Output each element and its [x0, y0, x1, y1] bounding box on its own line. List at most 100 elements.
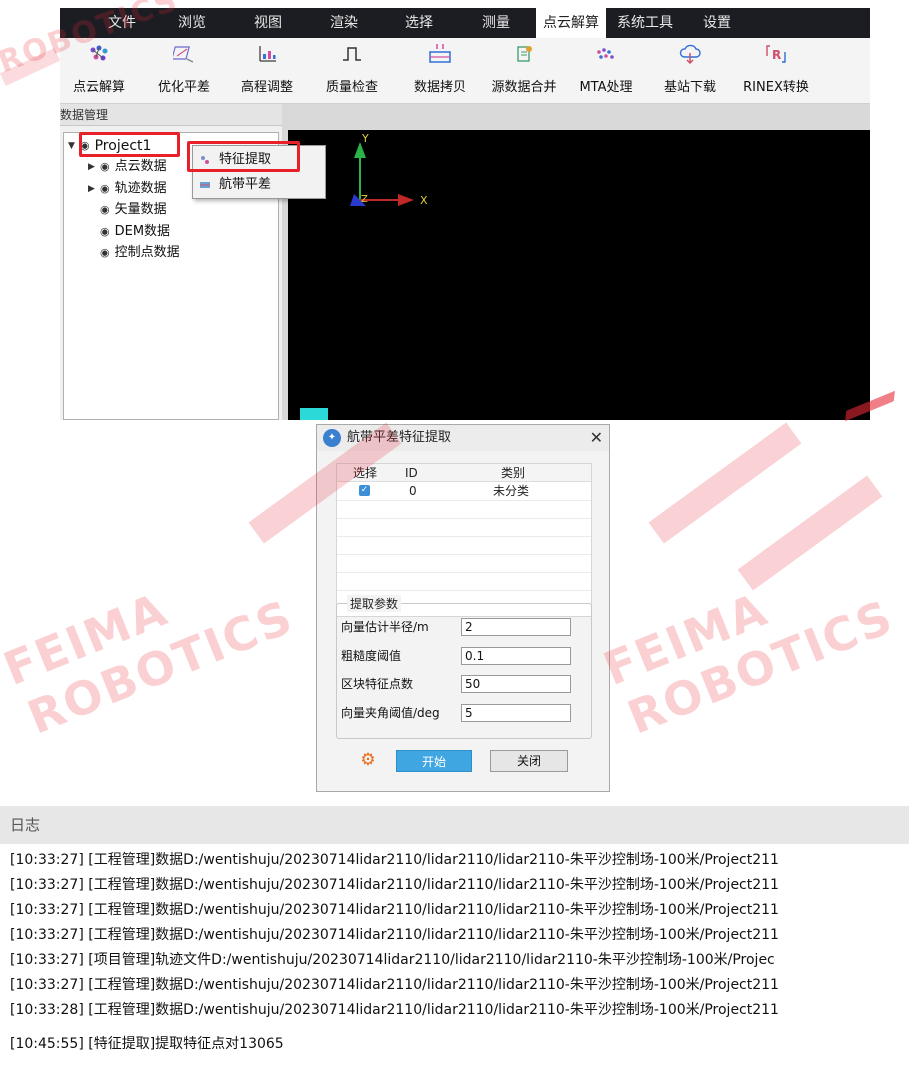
- row-id: 0: [409, 484, 417, 498]
- table-row[interactable]: ✓ 0 未分类: [337, 482, 591, 500]
- close-icon[interactable]: ✕: [590, 425, 603, 451]
- menu-browse[interactable]: 浏览: [154, 8, 230, 38]
- feature-extract-icon: [201, 156, 209, 164]
- eye-icon[interactable]: ◉: [100, 178, 110, 200]
- eye-icon[interactable]: ◉: [100, 156, 110, 178]
- gear-icon[interactable]: ⚙: [359, 751, 377, 769]
- mta-process-icon: [597, 48, 614, 59]
- 3d-viewport[interactable]: Y X Z: [288, 130, 870, 420]
- tree-item-control-point-data[interactable]: ◉ 控制点数据: [100, 242, 180, 264]
- eye-icon[interactable]: ◉: [100, 242, 110, 264]
- tree-item-vector-data[interactable]: ◉ 矢量数据: [100, 199, 167, 221]
- log-line: [10:33:27] [工程管理]数据D:/wentishuju/2023071…: [10, 877, 779, 893]
- menu-file[interactable]: 文件: [90, 8, 154, 38]
- context-item-feature-extract[interactable]: 特征提取: [193, 148, 325, 172]
- eye-icon[interactable]: ◉: [80, 135, 90, 157]
- watermark-shape: [648, 422, 802, 544]
- tree-item-project1[interactable]: ▼ ◉ Project1: [68, 135, 151, 157]
- eye-icon[interactable]: ◉: [100, 199, 110, 221]
- tool-label: 质量检查: [325, 80, 378, 95]
- column-header-id: ID: [405, 466, 418, 480]
- eye-icon[interactable]: ◉: [100, 221, 110, 243]
- tool-label: 高程调整: [240, 80, 293, 95]
- app-logo-icon: ✦: [323, 429, 341, 447]
- log-line: [10:33:28] [工程管理]数据D:/wentishuju/2023071…: [10, 1002, 779, 1018]
- log-line: [10:33:27] [工程管理]数据D:/wentishuju/2023071…: [10, 902, 779, 918]
- watermark-shape: [737, 475, 883, 591]
- table-header: 选择 ID 类别: [337, 464, 591, 482]
- log-line: [10:33:27] [项目管理]轨迹文件D:/wentishuju/20230…: [10, 952, 775, 968]
- watermark-shape: [0, 47, 61, 87]
- collapse-arrow-icon[interactable]: ▶: [88, 178, 100, 200]
- data-manager-title: 数据管理: [60, 104, 282, 126]
- block-feature-points-input[interactable]: [461, 675, 571, 693]
- tool-base-station-download[interactable]: 基站下载: [652, 38, 728, 104]
- strip-adjust-icon: [200, 182, 210, 188]
- cloud-download-icon: [679, 44, 701, 64]
- param-label-roughness: 粗糙度阈值: [341, 649, 402, 663]
- axis-x-label: X: [420, 194, 428, 207]
- ribbon-toolbar: 点云解算 优化平差 高程调整 质量检查 数据拷贝 源数据合并 MTA处理 基站下…: [60, 38, 870, 104]
- tree-item-trajectory-data[interactable]: ▶ ◉ 轨迹数据: [88, 178, 167, 200]
- watermark-text: FEIMA: [0, 581, 176, 697]
- context-item-label: 特征提取: [219, 152, 272, 167]
- application-window: 文件 浏览 视图 渲染 选择 测量 点云解算 系统工具 设置 点云解算 优化平差: [60, 8, 870, 420]
- tool-label: 基站下载: [663, 80, 716, 95]
- dialog-title: 航带平差特征提取: [347, 430, 452, 445]
- menu-render[interactable]: 渲染: [306, 8, 382, 38]
- menubar: 文件 浏览 视图 渲染 选择 测量 点云解算 系统工具 设置: [60, 8, 870, 38]
- menu-measure[interactable]: 测量: [456, 8, 536, 38]
- axis-gizmo: Y X Z: [350, 132, 428, 207]
- axis-y-label: Y: [361, 132, 369, 145]
- tool-quality-check[interactable]: 质量检查: [312, 38, 392, 104]
- tool-optimize-adjust[interactable]: 优化平差: [142, 38, 226, 104]
- tool-label: RINEX转换: [743, 80, 809, 95]
- param-label-block-points: 区块特征点数: [341, 677, 414, 691]
- param-label-radius: 向量估计半径/m: [341, 620, 429, 634]
- watermark-text: ROBOTICS: [620, 589, 901, 745]
- tree-item-label: Project1: [94, 138, 152, 154]
- close-button[interactable]: 关闭: [490, 750, 568, 772]
- start-button[interactable]: 开始: [396, 750, 472, 772]
- tool-label: 点云解算: [72, 80, 125, 95]
- class-table: 选择 ID 类别 ✓ 0 未分类: [336, 463, 592, 617]
- tool-data-copy[interactable]: 数据拷贝: [400, 38, 480, 104]
- log-line-result: [10:45:55] [特征提取]提取特征点对13065: [10, 1036, 284, 1052]
- column-header-category: 类别: [501, 466, 526, 480]
- context-item-strip-adjust[interactable]: 航带平差: [193, 173, 325, 197]
- tree-item-point-cloud-data[interactable]: ▶ ◉ 点云数据: [88, 156, 167, 178]
- group-title: 提取参数: [347, 595, 402, 612]
- row-checkbox[interactable]: ✓: [359, 485, 370, 496]
- tool-source-merge[interactable]: 源数据合并: [480, 38, 568, 104]
- tool-label: MTA处理: [579, 80, 633, 95]
- roughness-threshold-input[interactable]: [461, 647, 571, 665]
- row-category: 未分类: [493, 484, 530, 498]
- optimize-adjust-icon: [173, 46, 194, 63]
- log-panel: 日志 [10:33:27] [工程管理]数据D:/wentishuju/2023…: [0, 806, 909, 1071]
- menu-select[interactable]: 选择: [382, 8, 456, 38]
- watermark-text: ROBOTICS: [20, 589, 301, 745]
- log-line: [10:33:27] [工程管理]数据D:/wentishuju/2023071…: [10, 977, 779, 993]
- context-item-label: 航带平差: [219, 177, 272, 192]
- svg-text:R: R: [772, 48, 781, 62]
- tree-item-dem-data[interactable]: ◉ DEM数据: [100, 221, 170, 243]
- log-title: 日志: [0, 806, 909, 844]
- collapse-arrow-icon[interactable]: ▶: [88, 156, 100, 178]
- vector-angle-threshold-input[interactable]: [461, 704, 571, 722]
- expand-arrow-icon[interactable]: ▼: [68, 135, 80, 157]
- menu-system-tools[interactable]: 系统工具: [606, 8, 684, 38]
- tool-point-cloud-solve[interactable]: 点云解算: [60, 38, 138, 104]
- tool-mta-process[interactable]: MTA处理: [568, 38, 644, 104]
- tool-label: 数据拷贝: [413, 80, 466, 95]
- menu-point-cloud-solve[interactable]: 点云解算: [536, 8, 606, 38]
- column-header-select: 选择: [353, 466, 378, 480]
- log-line: [10:33:27] [工程管理]数据D:/wentishuju/2023071…: [10, 852, 779, 868]
- menu-view[interactable]: 视图: [230, 8, 306, 38]
- menu-settings[interactable]: 设置: [684, 8, 750, 38]
- dialog-titlebar[interactable]: ✦ 航带平差特征提取 ✕: [317, 425, 609, 451]
- tree-item-label: 点云数据: [114, 159, 167, 174]
- feature-extract-dialog: ✦ 航带平差特征提取 ✕ 选择 ID 类别 ✓ 0 未分类 提取参数 向量估计半…: [316, 424, 610, 792]
- vector-radius-input[interactable]: [461, 618, 571, 636]
- tool-rinex-convert[interactable]: R RINEX转换: [734, 38, 818, 104]
- tool-elevation-adjust[interactable]: 高程调整: [228, 38, 306, 104]
